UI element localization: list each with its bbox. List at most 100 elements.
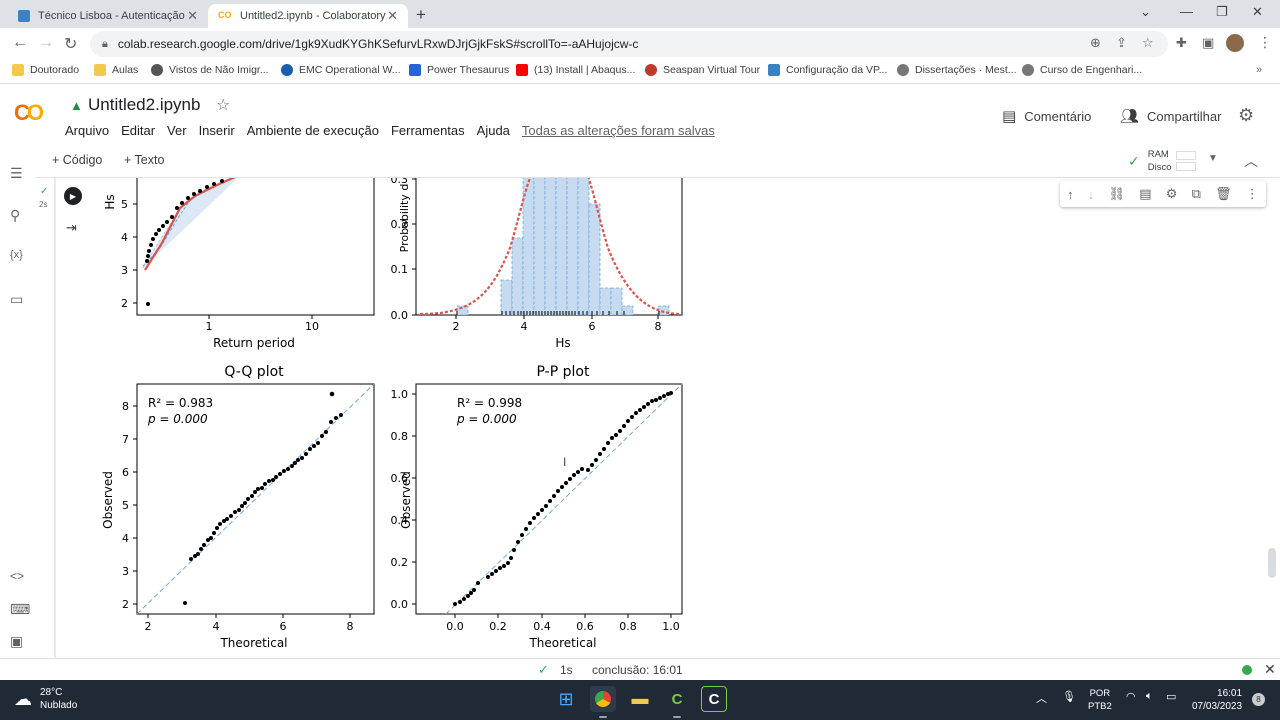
colab-favicon-icon: CO [218,10,232,20]
collapse-header-icon[interactable]: ︿ [1244,151,1258,171]
bookmark-item[interactable]: (13) Install | Abaqus... [516,64,635,76]
menu-arquivo[interactable]: Arquivo [65,123,109,138]
bookmark-item[interactable]: EMC Operational W... [281,64,401,76]
settings-gear-icon[interactable]: ⚙ [1238,105,1254,126]
tick-label: 0.4 [533,620,551,633]
weather-widget[interactable]: ☁ 28°C Nublado [14,686,77,712]
cell-settings-icon[interactable]: ⚙ [1166,186,1178,202]
terminal-icon[interactable]: ▣ [10,633,23,650]
tab-search-icon[interactable]: ⌄ [1140,4,1151,20]
wifi-icon[interactable]: ◠ [1126,690,1136,703]
extensions-puzzle-icon[interactable]: ✚ [1176,35,1187,51]
more-cell-actions-icon[interactable]: ⋮ [1246,186,1259,202]
add-text-button[interactable]: + Texto [124,153,164,167]
back-arrow-icon[interactable]: ← [12,34,28,52]
run-cell-button[interactable]: ▶ [64,187,82,205]
close-tab-icon[interactable]: ✕ [387,8,398,24]
resources-indicator[interactable]: ✓ RAM Disco [1128,148,1196,174]
delete-cell-icon[interactable]: 🗑︎ [1215,186,1232,202]
runtime-dropdown-icon[interactable]: ▼ [1208,153,1218,164]
bookmark-item[interactable]: Power Thesaurus [409,64,509,76]
clock-date: 07/03/2023 [1192,701,1243,712]
file-explorer-icon[interactable]: ▬ [627,686,653,712]
profile-avatar[interactable] [1226,34,1244,52]
volume-icon[interactable]: 🔈︎ [1146,690,1153,703]
browser-toolbar: ← → ↻ 🔒︎ colab.research.google.com/drive… [0,28,1280,60]
menu-bar: Arquivo Editar Ver Inserir Ambiente de e… [65,123,727,138]
add-code-button[interactable]: + Código [52,153,102,167]
mirror-cell-icon[interactable]: ⧉ [1192,186,1201,202]
bookmark-item[interactable]: Dissertações · Mest... [897,64,1017,76]
app-c-green-icon[interactable]: C [664,686,690,712]
side-panel-icon[interactable]: ▣ [1202,35,1214,51]
bookmark-item[interactable]: Seaspan Virtual Tour [645,64,760,76]
language-indicator[interactable]: POR PTB2 [1088,687,1112,713]
comment-cell-icon[interactable]: ▤ [1139,186,1151,202]
maximize-button[interactable]: ❐ [1216,4,1228,20]
close-tab-icon[interactable]: ✕ [187,8,198,24]
bookmark-star-icon[interactable]: ☆ [1142,35,1154,51]
battery-icon[interactable]: ▭ [1166,690,1176,703]
menu-inserir[interactable]: Inserir [199,123,235,138]
qq-plot: Q-Q plot R² = 0.983 p = 0.000 2 4 6 8 2 … [101,364,375,650]
move-up-icon[interactable]: ↑ [1067,187,1074,202]
tick-label: 2 [121,297,128,310]
bookmark-item[interactable]: Configuração da VP... [768,64,887,76]
microphone-icon[interactable]: 🎙︎ [1062,690,1076,703]
colab-logo[interactable]: CO [14,100,44,126]
output-actions-icon[interactable]: ⇥ [66,220,77,236]
pp-plot: P-P plot R² = 0.998 p = 0.000 0.0 0.2 0.… [391,364,683,650]
variables-icon[interactable]: {x} [10,249,23,261]
bookmark-item[interactable]: Vistos de Não Imigr... [151,64,269,76]
files-icon[interactable]: ▭ [10,291,23,308]
menu-ajuda[interactable]: Ajuda [477,123,510,138]
menu-ferramentas[interactable]: Ferramentas [391,123,465,138]
system-clock[interactable]: 16:01 07/03/2023 [1192,687,1242,713]
start-button[interactable]: ⊞ [553,686,579,712]
tab-colab[interactable]: CO Untitled2.ipynb - Colaboratory ✕ [208,4,408,28]
bookmark-item[interactable]: Curso de Engenhari... [1022,64,1142,76]
tick-label: 10 [305,320,319,333]
colab-status-bar: ✓ 1s conclusão: 16:01 ✕ [0,658,1280,680]
folder-icon [12,64,24,76]
minimize-button[interactable]: — [1180,4,1193,19]
bookmark-item[interactable]: Doutorado [12,64,79,76]
menu-ambiente[interactable]: Ambiente de execução [247,123,379,138]
share-button[interactable]: 👥︎ Compartilhar [1120,107,1221,125]
toc-icon[interactable]: ☰ [10,165,23,182]
move-down-icon[interactable]: ↓ [1088,187,1095,202]
menu-ver[interactable]: Ver [167,123,187,138]
scrollbar[interactable] [1268,548,1276,578]
chrome-taskbar-icon[interactable] [590,686,616,712]
tick-label: 8 [122,400,129,413]
save-status[interactable]: Todas as alterações foram salvas [522,123,715,138]
new-tab-button[interactable]: + [416,5,426,25]
address-bar[interactable]: 🔒︎ colab.research.google.com/drive/1gk9X… [90,31,1168,57]
tab-tecnico-lisboa[interactable]: Técnico Lisboa - Autenticação ✕ [8,4,208,28]
command-palette-icon[interactable]: ⌨ [10,601,30,618]
folder-icon [94,64,106,76]
search-icon[interactable]: ⚲ [10,207,20,224]
chrome-menu-icon[interactable]: ⋮ [1258,34,1272,51]
tick-label: 5 [122,499,129,512]
comment-button[interactable]: ▤ Comentário [1002,107,1091,125]
close-window-button[interactable]: ✕ [1252,4,1263,20]
weather-condition: Nublado [40,700,78,711]
share-page-icon[interactable]: ⇪ [1116,35,1127,51]
comment-icon: ▤ [1002,108,1017,125]
show-hidden-icons[interactable]: ︿ [1036,690,1047,706]
notification-badge[interactable]: 8 [1252,693,1265,706]
app-c-white-icon[interactable]: C [701,686,727,712]
zoom-icon[interactable]: ⊕ [1090,35,1101,51]
tick-label: 3 [121,264,128,277]
reload-icon[interactable]: ↻ [64,34,77,54]
star-icon[interactable]: ☆ [216,95,230,115]
notebook-title[interactable]: Untitled2.ipynb [88,95,200,115]
bookmark-item[interactable]: Aulas [94,64,138,76]
forward-arrow-icon[interactable]: → [38,34,54,52]
code-snippets-icon[interactable]: <> [10,569,24,583]
more-bookmarks-icon[interactable]: » [1256,64,1262,76]
link-icon[interactable]: ⛓ [1109,186,1126,202]
menu-editar[interactable]: Editar [121,123,155,138]
close-status-icon[interactable]: ✕ [1264,661,1276,678]
